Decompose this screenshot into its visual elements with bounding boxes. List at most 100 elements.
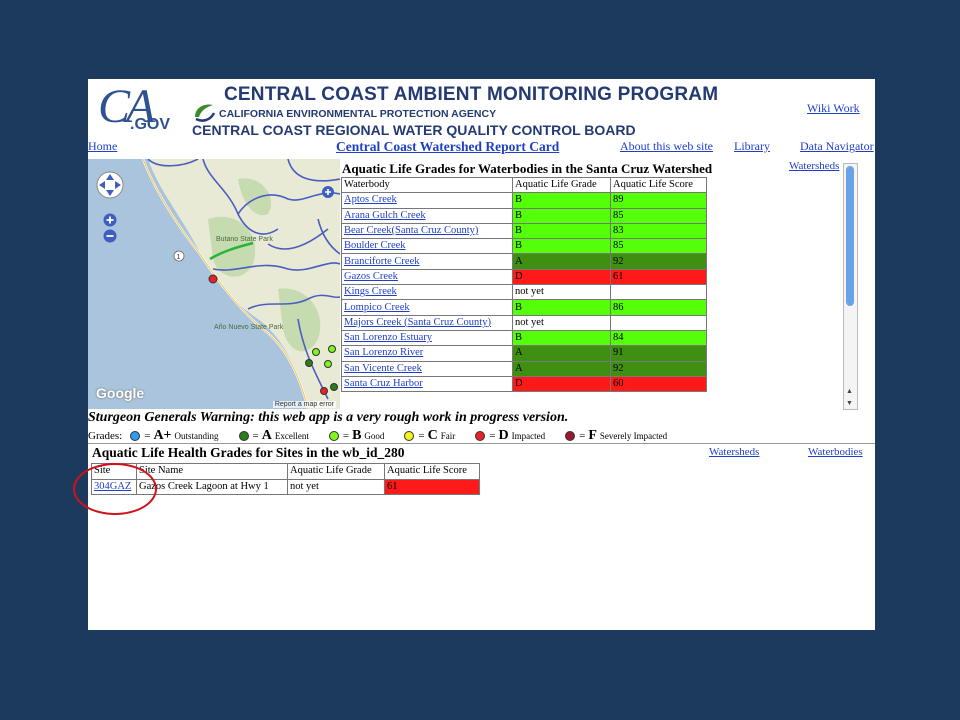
waterbody-link[interactable]: Kings Creek <box>344 286 397 297</box>
map-marker-b[interactable] <box>324 360 332 368</box>
ca-gov-logo[interactable]: CA .GOV <box>94 83 174 137</box>
google-logo: Google <box>96 385 145 401</box>
home-link[interactable]: Home <box>88 139 117 154</box>
score-cell: 84 <box>610 329 707 347</box>
legend-text: Severely Impacted <box>599 431 668 441</box>
waterbody-cell[interactable]: Kings Creek <box>341 284 513 301</box>
grade-legend: Grades: = A+ Outstanding = A Excellent = B Good =… <box>88 428 687 444</box>
waterbody-cell[interactable]: Lompico Creek <box>341 299 513 316</box>
zoom-out-icon[interactable] <box>103 229 117 243</box>
zoom-in-icon[interactable] <box>103 213 117 227</box>
watershed-list-scrollbar[interactable]: ▲ ▼ <box>843 163 858 410</box>
map-marker-b[interactable] <box>328 345 336 353</box>
legend-items: = A+ Outstanding = A Excellent = B Good = C Fair = D I… <box>130 428 687 444</box>
map-marker-a[interactable] <box>330 383 338 391</box>
score-cell: 83 <box>610 222 707 240</box>
table-row: San Lorenzo Estuary B 84 <box>341 329 707 347</box>
report-card-title-link[interactable]: Central Coast Watershed Report Card <box>336 139 559 155</box>
waterbody-cell[interactable]: Gazos Creek <box>341 268 513 286</box>
grade-cell: A <box>512 253 611 270</box>
legend-dot-icon <box>404 431 415 441</box>
legend-equals: = <box>342 430 350 442</box>
watersheds-link[interactable]: Watersheds <box>709 446 759 458</box>
map-marker-d[interactable] <box>320 387 328 395</box>
legend-item: = A+ Outstanding <box>130 428 219 444</box>
score-cell: 92 <box>610 360 707 377</box>
library-link[interactable]: Library <box>734 139 770 154</box>
waterbodies-link[interactable]: Waterbodies <box>808 446 863 458</box>
grade-cell: B <box>512 192 611 209</box>
watersheds-side-link[interactable]: Watersheds <box>789 160 839 172</box>
table-row: Majors Creek (Santa Cruz County) not yet <box>341 314 707 331</box>
score-cell: 89 <box>610 192 707 209</box>
waterbody-link[interactable]: Gazos Creek <box>344 271 398 282</box>
scrollbar-thumb[interactable] <box>846 166 854 306</box>
map-pan-control[interactable] <box>96 171 124 199</box>
agency-name: CALIFORNIA ENVIRONMENTAL PROTECTION AGEN… <box>219 108 497 120</box>
waterbody-link[interactable]: Majors Creek (Santa Cruz County) <box>344 317 491 328</box>
map-marker-b[interactable] <box>312 348 320 356</box>
waterbody-link[interactable]: San Lorenzo Estuary <box>344 332 432 343</box>
waterbody-link[interactable]: Santa Cruz Harbor <box>344 378 423 389</box>
wiki-work-link[interactable]: Wiki Work <box>807 101 860 116</box>
waterbody-link[interactable]: Aptos Creek <box>344 194 397 205</box>
waterbody-cell[interactable]: San Lorenzo River <box>341 345 513 362</box>
table-row: Gazos Creek D 61 <box>341 268 707 286</box>
map-canvas: Butano State Park Año Nuevo State Park 1 <box>88 159 340 409</box>
table-row: San Lorenzo River A 91 <box>341 345 707 362</box>
about-link[interactable]: About this web site <box>620 139 713 154</box>
waterbody-cell[interactable]: Santa Cruz Harbor <box>341 375 513 393</box>
legend-equals: = <box>144 430 151 442</box>
legend-text: Impacted <box>511 431 546 441</box>
waterbody-cell[interactable]: Aptos Creek <box>341 192 513 209</box>
site-name: Gazos Creek Lagoon at Hwy 1 <box>136 478 288 495</box>
header-grade: Aquatic Life Grade <box>512 176 611 194</box>
table-row: Arana Gulch Creek B 85 <box>341 207 707 224</box>
legend-equals: = <box>579 430 586 442</box>
grade-cell: B <box>512 329 611 347</box>
waterbody-cell[interactable]: Bear Creek(Santa Cruz County) <box>341 222 513 240</box>
legend-equals: = <box>418 430 425 442</box>
waterbody-cell[interactable]: San Lorenzo Estuary <box>341 329 513 347</box>
scroll-up-icon[interactable]: ▲ <box>846 387 853 395</box>
grades-table-caption: Aquatic Life Grades for Waterbodies in t… <box>342 161 713 176</box>
header-waterbody: Waterbody <box>341 176 513 194</box>
map-marker-d[interactable] <box>208 274 218 284</box>
grade-cell: B <box>512 222 611 240</box>
score-cell: 85 <box>610 238 707 255</box>
grade-cell: A <box>512 360 611 377</box>
waterbody-cell[interactable]: Branciforte Creek <box>341 253 513 270</box>
scroll-down-icon[interactable]: ▼ <box>846 399 853 407</box>
map-marker-a[interactable] <box>305 359 313 367</box>
score-cell: 85 <box>610 207 707 224</box>
waterbody-link[interactable]: Branciforte Creek <box>344 256 420 267</box>
waterbody-link[interactable]: Bear Creek(Santa Cruz County) <box>344 225 478 236</box>
annotation-circle <box>73 463 157 515</box>
svg-text:1: 1 <box>177 254 181 261</box>
table-row: Kings Creek not yet <box>341 284 707 301</box>
legend-grade: D <box>498 428 509 443</box>
waterbody-link[interactable]: Lompico Creek <box>344 302 410 313</box>
waterbody-link[interactable]: Boulder Creek <box>344 240 406 251</box>
site-score: 61 <box>384 478 480 495</box>
legend-grade: C <box>427 428 438 443</box>
legend-text: Good <box>364 431 385 441</box>
waterbody-cell[interactable]: Majors Creek (Santa Cruz County) <box>341 314 513 331</box>
watershed-map[interactable]: Butano State Park Año Nuevo State Park 1 <box>88 159 340 409</box>
waterbody-link[interactable]: San Vicente Creek <box>344 363 422 374</box>
waterbody-link[interactable]: San Lorenzo River <box>344 347 423 358</box>
header-grade: Aquatic Life Grade <box>287 463 385 480</box>
data-navigator-link[interactable]: Data Navigator <box>800 139 874 154</box>
waterbody-link[interactable]: Arana Gulch Creek <box>344 210 426 221</box>
score-cell: 61 <box>610 268 707 286</box>
waterbody-cell[interactable]: Arana Gulch Creek <box>341 207 513 224</box>
score-cell: 91 <box>610 345 707 362</box>
waterbody-cell[interactable]: Boulder Creek <box>341 238 513 255</box>
legend-grade: B <box>352 428 362 443</box>
header-site-name: Site Name <box>136 463 288 480</box>
globe-icon[interactable] <box>322 186 334 198</box>
site-grade: not yet <box>287 478 385 495</box>
report-map-error-link[interactable]: Report a map error <box>272 401 336 408</box>
waterbody-cell[interactable]: San Vicente Creek <box>341 360 513 377</box>
table-row: Lompico Creek B 86 <box>341 299 707 316</box>
